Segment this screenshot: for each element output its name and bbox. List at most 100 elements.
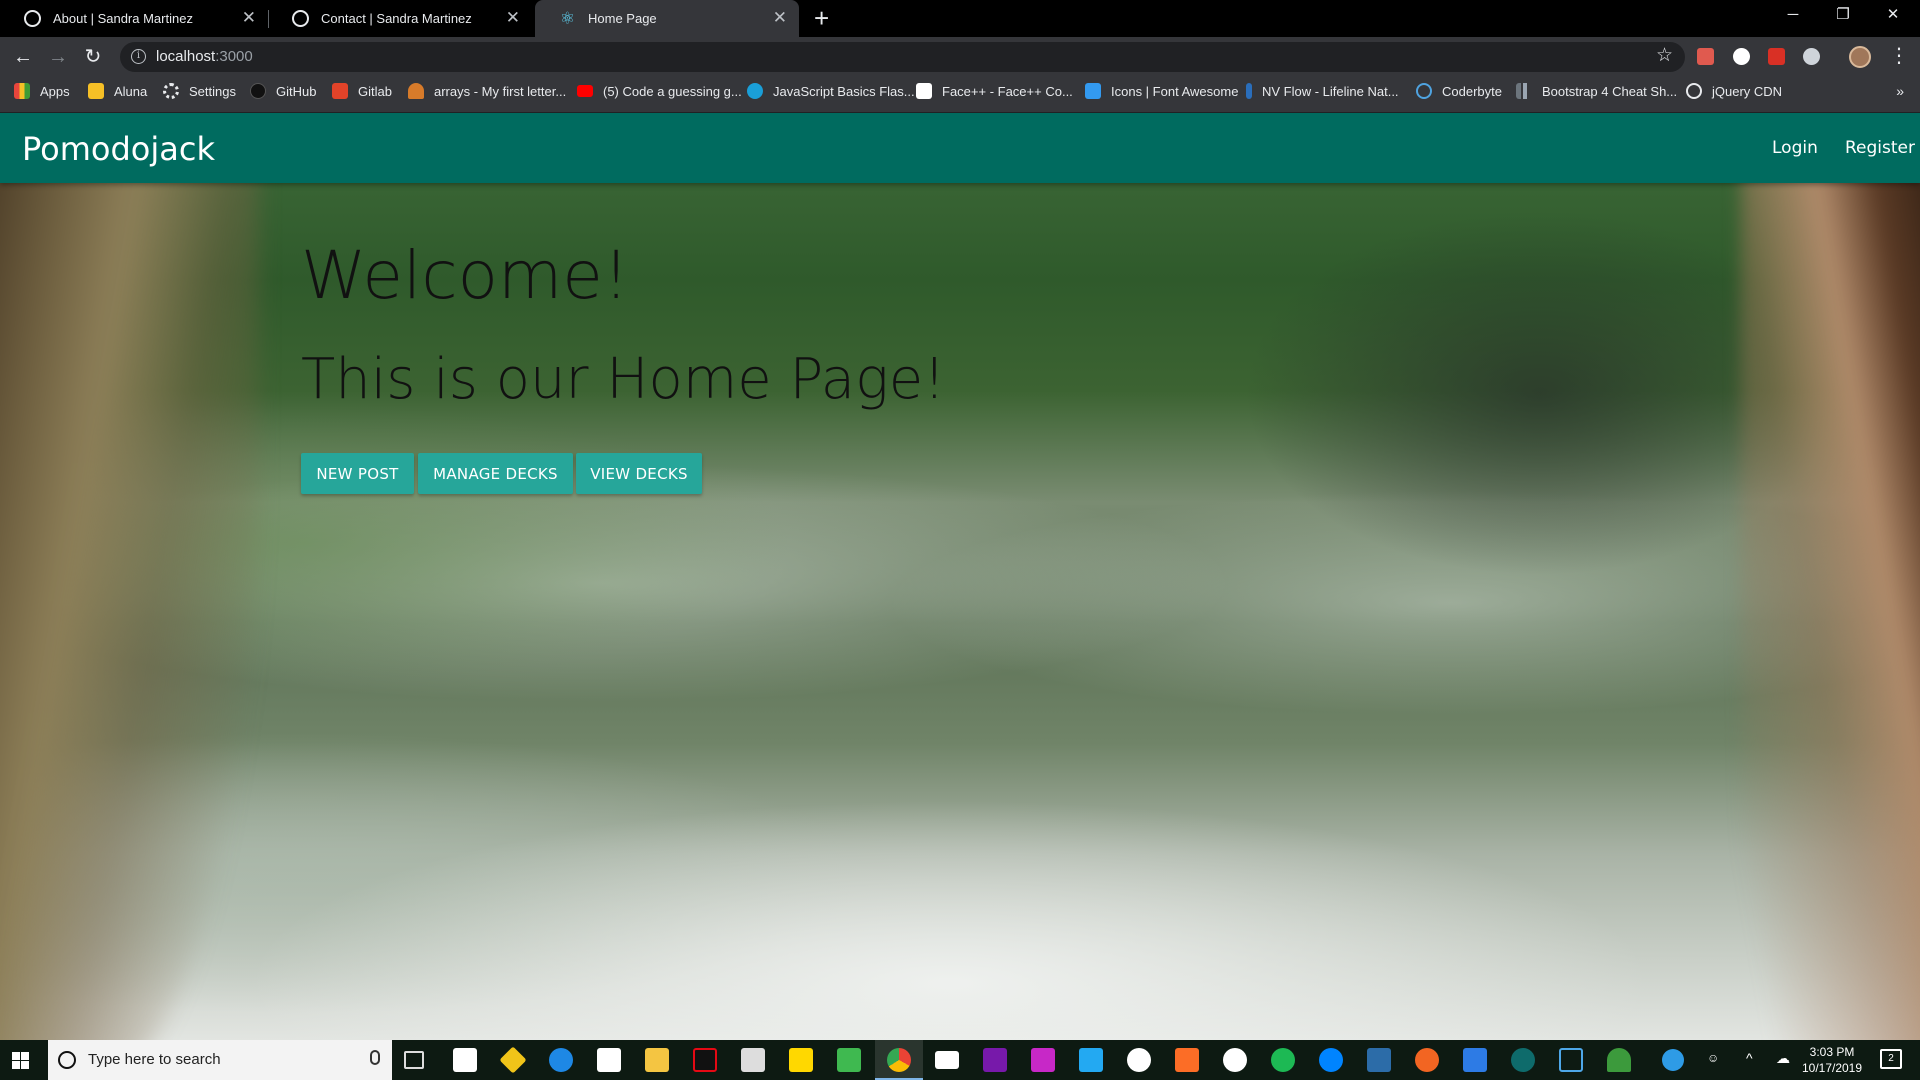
address-bar[interactable]: i localhost:3000 ☆	[120, 42, 1685, 72]
spotify-icon[interactable]	[1271, 1048, 1295, 1072]
amazon-icon[interactable]	[453, 1048, 477, 1072]
bookmark-github[interactable]: GitHub	[250, 77, 316, 105]
postman-icon[interactable]	[1415, 1048, 1439, 1072]
extension-circle-icon[interactable]	[1733, 48, 1750, 65]
background-image	[0, 113, 1920, 1040]
app-leaf-icon[interactable]	[1607, 1048, 1631, 1072]
close-icon[interactable]: ✕	[506, 9, 520, 26]
messenger-icon[interactable]	[1319, 1048, 1343, 1072]
git-tool-icon[interactable]	[499, 1046, 527, 1074]
bookmark-label: Bootstrap 4 Cheat Sh...	[1542, 83, 1678, 99]
back-icon[interactable]: ←	[10, 44, 36, 70]
bookmark-label: Gitlab	[358, 83, 392, 99]
edge-icon[interactable]	[549, 1048, 573, 1072]
gitlab-icon[interactable]	[1175, 1048, 1199, 1072]
bookmark-javascript-basics[interactable]: JavaScript Basics Flas...	[747, 77, 915, 105]
new-post-button[interactable]: NEW POST	[301, 453, 414, 494]
app-teal-icon[interactable]	[1511, 1048, 1535, 1072]
tab-about[interactable]: About | Sandra Martinez ✕	[0, 0, 268, 37]
extension-gear-icon[interactable]	[1803, 48, 1820, 65]
bookmark-jquery-cdn[interactable]: jQuery CDN	[1686, 77, 1782, 105]
forward-icon[interactable]: →	[45, 44, 71, 70]
bookmark-settings[interactable]: Settings	[163, 77, 236, 105]
jquery-icon	[1686, 83, 1702, 99]
notification-icon[interactable]: 2	[1880, 1049, 1902, 1069]
github-desktop-icon[interactable]	[1223, 1048, 1247, 1072]
more-bookmarks-icon[interactable]: »	[1896, 83, 1904, 99]
close-icon[interactable]: ✕	[773, 9, 787, 26]
extension-cors-icon[interactable]	[1768, 48, 1785, 65]
reload-icon[interactable]: ↻	[80, 44, 106, 70]
extension-screencast-icon[interactable]	[1697, 48, 1714, 65]
close-icon[interactable]: ✕	[242, 9, 256, 26]
bookmark-aluna[interactable]: Aluna	[88, 77, 147, 105]
folder-icon	[88, 83, 104, 99]
brand-logo[interactable]: Pomodojack	[22, 130, 215, 168]
windows-taskbar: Type here to search ☺ ^ ☁ 3:03 PM 10/17/…	[0, 1040, 1920, 1080]
sticky-notes-icon[interactable]	[789, 1048, 813, 1072]
bookmark-label: jQuery CDN	[1712, 83, 1783, 99]
bookmark-coderbyte[interactable]: Coderbyte	[1416, 77, 1502, 105]
menu-icon[interactable]: ⋮	[1889, 43, 1909, 69]
bookmark-arrays[interactable]: arrays - My first letter...	[408, 77, 566, 105]
bookmark-star-icon[interactable]: ☆	[1656, 46, 1673, 66]
clock-date: 10/17/2019	[1801, 1061, 1863, 1075]
bookmark-face-plus-plus[interactable]: Face++ - Face++ Co...	[916, 77, 1073, 105]
figma-icon[interactable]	[1031, 1048, 1055, 1072]
person-icon	[408, 83, 424, 99]
url-text[interactable]: localhost:3000	[156, 48, 253, 65]
calculator-icon[interactable]	[741, 1048, 765, 1072]
mysql-workbench-icon[interactable]	[1367, 1048, 1391, 1072]
netflix-icon[interactable]	[693, 1048, 717, 1072]
bookmark-label: arrays - My first letter...	[434, 83, 567, 99]
minimize-button[interactable]: ─	[1770, 0, 1816, 32]
vscode-icon[interactable]	[1079, 1048, 1103, 1072]
url-port: :3000	[215, 48, 253, 65]
bookmark-label: Settings	[189, 83, 236, 99]
tab-title: Contact | Sandra Martinez	[321, 11, 472, 26]
file-explorer-icon[interactable]	[645, 1048, 669, 1072]
c-icon	[747, 83, 763, 99]
app-navbar: Pomodojack Login Register	[0, 113, 1920, 183]
new-tab-button[interactable]: +	[814, 5, 829, 31]
bookmark-bootstrap[interactable]: Bootstrap 4 Cheat Sh...	[1516, 77, 1677, 105]
github-icon	[250, 83, 266, 99]
taskbar-search-input[interactable]: Type here to search	[48, 1040, 392, 1080]
login-link[interactable]: Login	[1772, 138, 1818, 158]
bookmark-youtube[interactable]: (5) Code a guessing g...	[577, 77, 742, 105]
bookmark-label: Apps	[40, 83, 70, 99]
info-icon[interactable]: i	[131, 49, 146, 64]
mail-icon[interactable]	[935, 1051, 959, 1069]
app-blue-icon[interactable]	[1463, 1048, 1487, 1072]
store-icon[interactable]	[597, 1048, 621, 1072]
onenote-icon[interactable]	[983, 1048, 1007, 1072]
bookmark-label: GitHub	[276, 83, 317, 99]
search-placeholder: Type here to search	[88, 1051, 221, 1068]
bookmark-gitlab[interactable]: Gitlab	[332, 77, 392, 105]
slack-icon[interactable]	[1127, 1048, 1151, 1072]
gitlab-icon	[332, 83, 348, 99]
task-view-icon[interactable]	[404, 1051, 424, 1069]
onedrive-icon[interactable]: ☁	[1776, 1050, 1790, 1080]
app-green-icon[interactable]	[837, 1048, 861, 1072]
bookmark-font-awesome[interactable]: Icons | Font Awesome	[1085, 77, 1238, 105]
help-icon[interactable]	[1662, 1049, 1684, 1071]
taskbar-clock[interactable]: 3:03 PM 10/17/2019	[1800, 1044, 1864, 1076]
bookmark-apps[interactable]: Apps	[14, 77, 70, 105]
avatar[interactable]	[1849, 46, 1871, 68]
chevron-up-icon[interactable]: ^	[1746, 1050, 1753, 1080]
app-e-icon[interactable]	[1559, 1048, 1583, 1072]
browser-tab-strip: About | Sandra Martinez ✕ Contact | Sand…	[0, 0, 1920, 37]
people-icon[interactable]: ☺	[1707, 1051, 1719, 1080]
restore-button[interactable]: ❐	[1820, 0, 1866, 32]
bookmark-nv-flow[interactable]: NV Flow - Lifeline Nat...	[1246, 77, 1399, 105]
chrome-icon[interactable]	[887, 1048, 911, 1072]
manage-decks-button[interactable]: MANAGE DECKS	[418, 453, 573, 494]
microphone-icon[interactable]	[370, 1050, 380, 1065]
view-decks-button[interactable]: VIEW DECKS	[576, 453, 702, 494]
tab-contact[interactable]: Contact | Sandra Martinez ✕	[268, 0, 532, 37]
tab-home-page[interactable]: ⚛ Home Page ✕	[535, 0, 799, 37]
close-window-button[interactable]: ✕	[1870, 0, 1916, 32]
windows-start-icon[interactable]	[12, 1052, 29, 1069]
register-link[interactable]: Register	[1845, 138, 1915, 158]
